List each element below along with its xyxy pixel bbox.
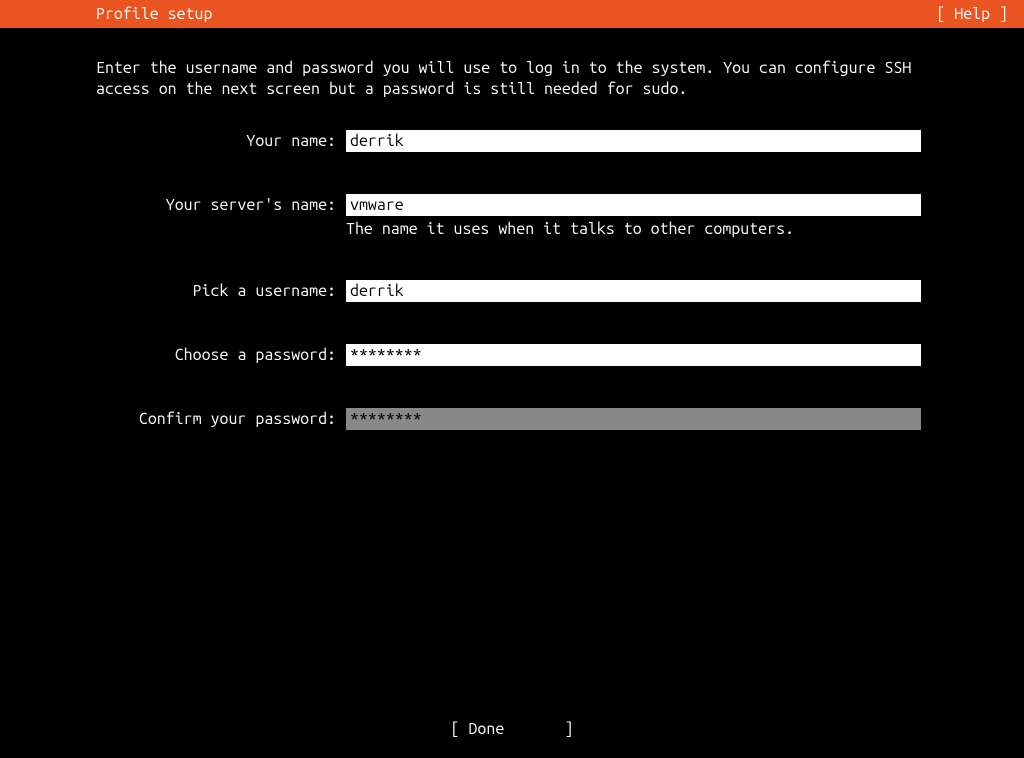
footer-bar: [ Done] bbox=[0, 720, 1024, 738]
done-text: Done bbox=[468, 720, 564, 738]
password-label: Choose a password: bbox=[96, 344, 346, 364]
server-label: Your server's name: bbox=[96, 194, 346, 214]
username-input[interactable] bbox=[346, 280, 921, 302]
password-input[interactable] bbox=[346, 344, 921, 366]
confirm-label: Confirm your password: bbox=[96, 408, 346, 428]
page-title: Profile setup bbox=[96, 5, 212, 23]
content-area: Enter the username and password you will… bbox=[0, 28, 1024, 430]
name-input[interactable] bbox=[346, 130, 921, 152]
header-bar: Profile setup [ Help ] bbox=[0, 0, 1024, 28]
done-bracket-left: [ bbox=[451, 720, 469, 738]
username-row: Pick a username: bbox=[96, 280, 928, 302]
server-input[interactable] bbox=[346, 194, 921, 216]
done-button[interactable]: [ Done] bbox=[451, 720, 574, 738]
server-hint: The name it uses when it talks to other … bbox=[346, 220, 921, 238]
done-bracket-right: ] bbox=[564, 720, 573, 738]
name-row: Your name: bbox=[96, 130, 928, 152]
username-label: Pick a username: bbox=[96, 280, 346, 300]
instructions-text: Enter the username and password you will… bbox=[96, 58, 928, 100]
server-row: Your server's name: The name it uses whe… bbox=[96, 194, 928, 238]
password-row: Choose a password: bbox=[96, 344, 928, 366]
name-label: Your name: bbox=[96, 130, 346, 150]
confirm-row: Confirm your password: bbox=[96, 408, 928, 430]
help-button[interactable]: [ Help ] bbox=[936, 5, 1008, 23]
confirm-input[interactable] bbox=[346, 408, 921, 430]
